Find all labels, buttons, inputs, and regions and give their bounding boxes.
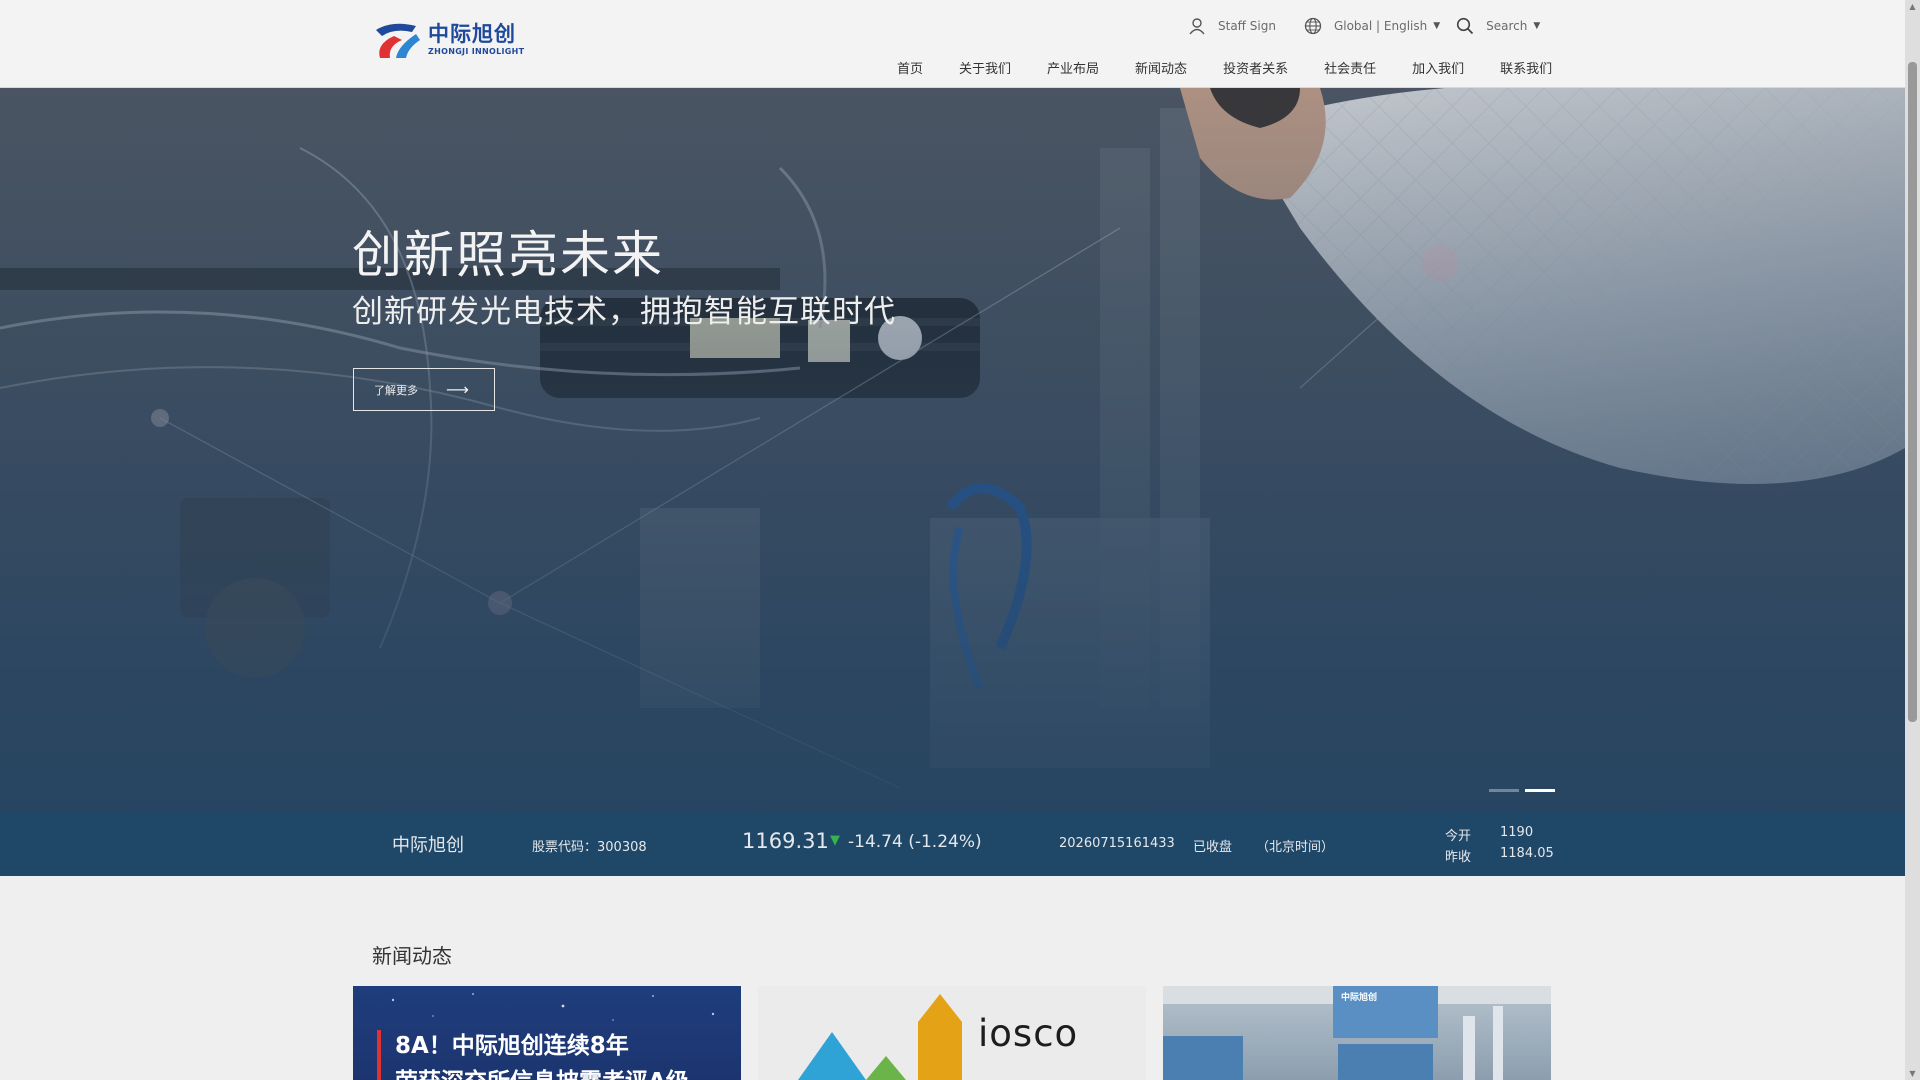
learn-more-label: 了解更多 — [374, 383, 418, 397]
page-scrollbar[interactable]: ▲ ▼ — [1905, 0, 1920, 1080]
stock-timezone: （北京时间） — [1256, 840, 1335, 855]
main-nav: 首页 关于我们 产业布局 新闻动态 投资者关系 社会责任 加入我们 联系我们 — [897, 58, 1552, 77]
stock-timestamp: 20260715161433 — [1059, 836, 1175, 851]
iosco-logo-text: iosco — [978, 1012, 1079, 1055]
stock-ticker: 中际旭创 股票代码：300308 1169.31 ▼ -14.74 (-1.24… — [0, 811, 1905, 876]
hero-subtitle: 创新研发光电技术，拥抱智能互联时代 — [352, 294, 896, 330]
nav-item-about[interactable]: 关于我们 — [959, 58, 1011, 77]
open-label: 今开 — [1445, 829, 1472, 844]
user-icon — [1189, 18, 1205, 35]
stock-change: -14.74 (-1.24%) — [848, 832, 982, 852]
stock-code-value: 300308 — [597, 840, 647, 855]
nav-item-home[interactable]: 首页 — [897, 58, 923, 77]
language-selector[interactable]: Global | English ▼ — [1304, 17, 1440, 35]
search-toggle[interactable]: Search ▼ — [1456, 17, 1540, 35]
nav-item-social[interactable]: 社会责任 — [1324, 58, 1376, 77]
carousel-dot-1[interactable] — [1489, 789, 1519, 792]
chevron-down-icon: ▼ — [1533, 21, 1541, 31]
company-logo[interactable]: 中际旭创 ZHONGJI INNOLIGHT — [372, 18, 532, 62]
language-label: Global | English — [1333, 19, 1428, 33]
nav-item-contact[interactable]: 联系我们 — [1500, 58, 1552, 77]
stock-price: 1169.31 — [742, 829, 829, 853]
logo-cn: 中际旭创 — [428, 22, 516, 46]
scroll-down-icon[interactable]: ▼ — [1908, 1069, 1917, 1078]
prev-close-value: 1184.05 — [1500, 846, 1554, 861]
learn-more-button[interactable]: 了解更多 ⟶ — [353, 368, 495, 411]
news-card-headline: 8A！中际旭创连续8年 荣获深交所信息披露考评A级 — [395, 1028, 689, 1080]
search-icon — [1457, 17, 1474, 35]
news-card[interactable]: iosco — [758, 986, 1146, 1080]
iosco-logo-image — [798, 994, 962, 1080]
headline-line-1: 8A！中际旭创连续8年 — [395, 1033, 629, 1059]
logo-en: ZHONGJI INNOLIGHT — [428, 47, 525, 56]
headline-line-2: 荣获深交所信息披露考评A级 — [395, 1064, 689, 1080]
staff-sign-label: Staff Sign — [1218, 19, 1276, 33]
chevron-down-icon: ▼ — [1433, 21, 1441, 31]
stock-code-label: 股票代码： — [532, 840, 598, 855]
news-card[interactable]: 中际旭创 — [1163, 986, 1551, 1080]
logo-text: 中际旭创 ZHONGJI INNOLIGHT — [428, 24, 524, 56]
open-value: 1190 — [1500, 825, 1534, 840]
scrollbar-thumb[interactable] — [1908, 62, 1917, 722]
logo-mark-icon — [376, 23, 420, 58]
search-label: Search — [1486, 19, 1528, 33]
carousel-dot-2[interactable] — [1525, 789, 1555, 792]
nav-item-news[interactable]: 新闻动态 — [1135, 58, 1187, 77]
carousel-pagination — [1483, 789, 1555, 792]
stock-status: 已收盘 — [1193, 840, 1233, 855]
site-header: 中际旭创 ZHONGJI INNOLIGHT Staff Sign Global… — [0, 0, 1905, 88]
down-arrow-icon: ▼ — [830, 833, 840, 848]
card-accent-bar — [377, 1030, 381, 1080]
news-card[interactable]: 8A！中际旭创连续8年 荣获深交所信息披露考评A级 — [353, 986, 741, 1080]
staff-sign-link[interactable]: Staff Sign — [1188, 17, 1276, 35]
stock-company-name: 中际旭创 — [392, 835, 464, 856]
utility-bar: Staff Sign Global | English ▼ Search ▼ — [1188, 17, 1540, 35]
hero-title: 创新照亮未来 — [352, 226, 664, 284]
stock-code: 股票代码：300308 — [532, 836, 647, 855]
nav-item-industry[interactable]: 产业布局 — [1047, 58, 1099, 77]
nav-item-investors[interactable]: 投资者关系 — [1223, 58, 1288, 77]
globe-icon — [1304, 17, 1322, 35]
news-section-title: 新闻动态 — [372, 944, 452, 968]
hero-background-image — [0, 88, 1905, 811]
event-photo-caption: 中际旭创 — [1341, 993, 1378, 1003]
prev-close-label: 昨收 — [1445, 850, 1472, 865]
hero-banner: 创新照亮未来 创新研发光电技术，拥抱智能互联时代 了解更多 ⟶ — [0, 88, 1905, 811]
nav-item-careers[interactable]: 加入我们 — [1412, 58, 1464, 77]
scroll-up-icon[interactable]: ▲ — [1908, 2, 1917, 11]
arrow-right-icon: ⟶ — [446, 380, 469, 399]
